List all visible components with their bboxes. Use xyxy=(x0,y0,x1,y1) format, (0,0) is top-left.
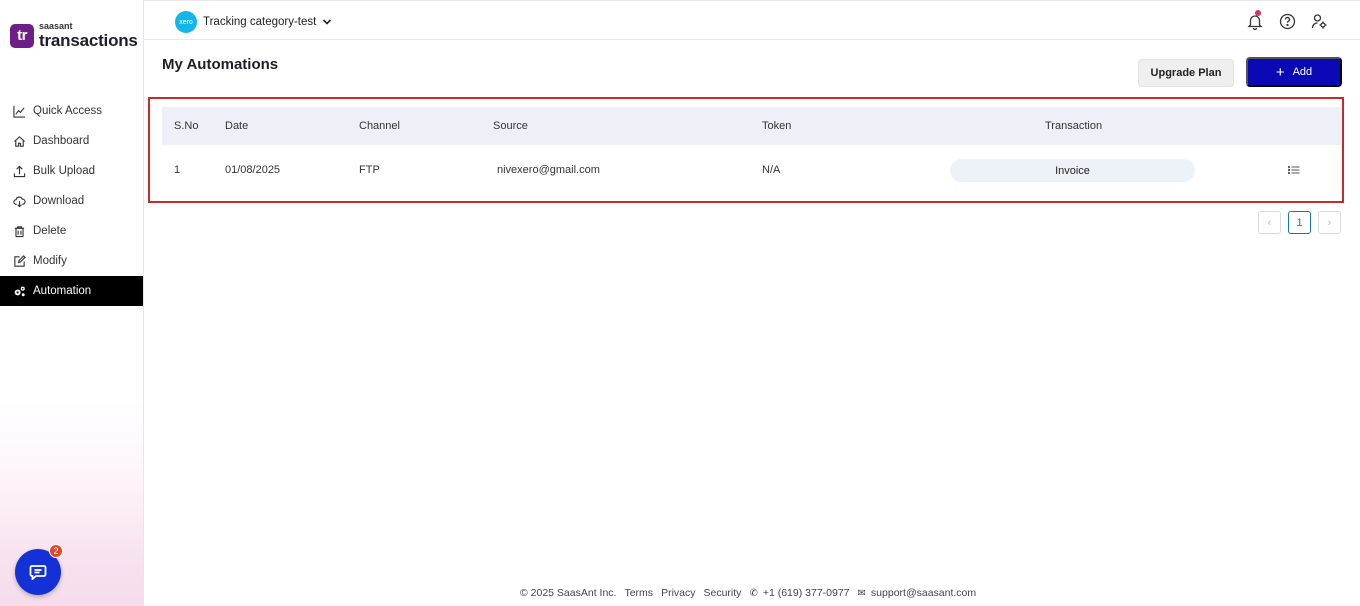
edit-icon xyxy=(12,254,26,268)
sidebar-item-bulk-upload[interactable]: Bulk Upload xyxy=(0,156,143,186)
footer: © 2025 SaasAnt Inc. Terms Privacy Securi… xyxy=(520,587,984,599)
org-switcher[interactable]: xero Tracking category-test xyxy=(175,11,332,33)
xero-logo-icon: xero xyxy=(175,11,197,33)
upload-icon xyxy=(12,164,26,178)
chat-badge: 2 xyxy=(49,544,63,558)
footer-phone[interactable]: +1 (619) 377-0977 xyxy=(763,587,850,599)
chart-line-icon xyxy=(12,104,26,118)
footer-copyright: © 2025 SaasAnt Inc. xyxy=(520,587,617,599)
add-button-label: Add xyxy=(1292,66,1313,78)
brand-logo[interactable]: tr saasant transactions xyxy=(10,22,138,49)
column-header-channel: Channel xyxy=(359,120,400,132)
chat-icon xyxy=(29,565,47,580)
org-name: Tracking category-test xyxy=(203,16,317,28)
sidebar-item-label: Download xyxy=(33,195,85,207)
cloud-download-icon xyxy=(12,194,26,208)
notification-dot xyxy=(1255,10,1261,16)
help-icon[interactable] xyxy=(1278,12,1296,30)
pagination: ‹ 1 › xyxy=(1258,211,1341,234)
sidebar-nav: Quick Access Dashboard Bulk Upload Downl… xyxy=(0,96,143,306)
column-header-sno: S.No xyxy=(174,120,199,132)
pagination-next-button[interactable]: › xyxy=(1318,211,1341,234)
sidebar-item-label: Dashboard xyxy=(33,135,90,147)
cell-date: 01/08/2025 xyxy=(225,164,281,176)
cell-token: N/A xyxy=(762,164,781,176)
column-header-source: Source xyxy=(493,120,528,132)
sidebar-item-label: Modify xyxy=(33,255,67,267)
footer-email[interactable]: support@saasant.com xyxy=(871,587,976,599)
brand-small-text: saasant xyxy=(39,21,73,31)
plus-icon: + xyxy=(1275,63,1285,81)
transaction-pill[interactable]: Invoice xyxy=(950,159,1195,182)
user-settings-icon[interactable] xyxy=(1310,12,1328,30)
column-header-date: Date xyxy=(225,120,249,132)
column-header-token: Token xyxy=(762,120,792,132)
notification-bell-icon[interactable] xyxy=(1246,10,1264,30)
top-bar: xero Tracking category-test xyxy=(144,0,1360,40)
footer-privacy-link[interactable]: Privacy xyxy=(661,587,695,599)
mail-icon: ✉ xyxy=(857,587,866,599)
sidebar: tr saasant transactions Quick Access Das… xyxy=(0,0,144,606)
phone-icon: ✆ xyxy=(749,587,758,599)
column-header-transaction: Transaction xyxy=(1045,120,1103,132)
page-title: My Automations xyxy=(162,56,279,73)
pagination-page-1[interactable]: 1 xyxy=(1288,211,1311,234)
trash-icon xyxy=(12,224,26,238)
sidebar-item-modify[interactable]: Modify xyxy=(0,246,143,276)
home-icon xyxy=(12,134,26,148)
cell-sno: 1 xyxy=(174,164,181,176)
upgrade-plan-button[interactable]: Upgrade Plan xyxy=(1138,59,1234,87)
sidebar-item-label: Quick Access xyxy=(33,105,103,117)
sidebar-item-quick-access[interactable]: Quick Access xyxy=(0,96,143,126)
automations-table: S.No Date Channel Source Token Transacti… xyxy=(162,107,1342,195)
footer-security-link[interactable]: Security xyxy=(704,587,742,599)
sidebar-item-label: Automation xyxy=(33,285,92,297)
cell-source: nivexero@gmail.com xyxy=(497,164,600,176)
sidebar-item-download[interactable]: Download xyxy=(0,186,143,216)
table-row[interactable]: 1 01/08/2025 FTP nivexero@gmail.com N/A … xyxy=(162,145,1342,195)
sidebar-item-automation[interactable]: Automation xyxy=(0,276,143,306)
pagination-prev-button[interactable]: ‹ xyxy=(1258,211,1281,234)
add-button[interactable]: + Add xyxy=(1246,57,1342,87)
sidebar-item-dashboard[interactable]: Dashboard xyxy=(0,126,143,156)
gears-icon xyxy=(12,284,26,298)
brand-big-text: transactions xyxy=(39,31,138,50)
sidebar-item-label: Bulk Upload xyxy=(33,165,96,177)
sidebar-item-label: Delete xyxy=(33,225,67,237)
sidebar-item-delete[interactable]: Delete xyxy=(0,216,143,246)
table-header: S.No Date Channel Source Token Transacti… xyxy=(162,107,1342,145)
list-menu-icon[interactable] xyxy=(1288,164,1300,176)
cell-channel: FTP xyxy=(359,164,380,176)
footer-terms-link[interactable]: Terms xyxy=(624,587,653,599)
chevron-down-icon xyxy=(323,19,332,25)
brand-badge: tr xyxy=(10,23,34,48)
